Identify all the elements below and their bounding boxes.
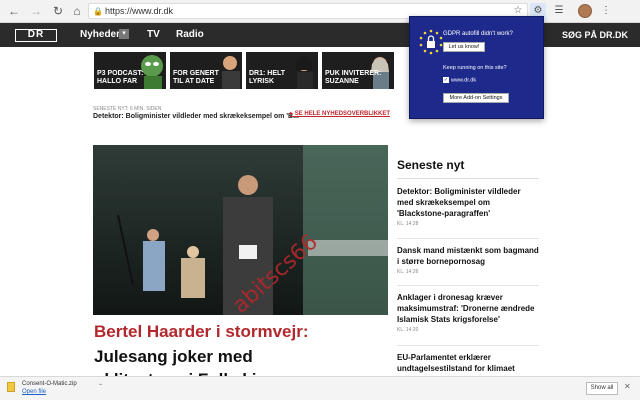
site-header: DR Nyheder ▾ TV Radio SØG PÅ DR.DK — [0, 23, 640, 47]
let-us-know-button[interactable]: Let us know! — [443, 42, 485, 52]
hero-kicker[interactable]: Bertel Haarder i stormvejr: — [94, 322, 308, 342]
reload-icon[interactable]: ↻ — [50, 4, 66, 18]
popup-running-label: Keep running on this site? — [443, 65, 507, 71]
browser-toolbar: ← → ↻ ⌂ 🔒 https://www.dr.dk ☆ ⚙ ☰ ⋮ — [0, 0, 640, 23]
divider — [397, 238, 539, 239]
arrow-right-icon[interactable]: → — [28, 4, 44, 18]
lock-icon: 🔒 — [93, 7, 103, 16]
news-time: KL. 14:28 — [397, 221, 419, 227]
teaser-card[interactable]: DR1: HELT LYRISK — [246, 52, 318, 89]
ticker-time: SENESTE NYT: 6 MIN. SIDEN — [93, 106, 162, 112]
profile-avatar[interactable] — [578, 4, 592, 18]
chevron-down-icon[interactable]: ▾ — [119, 29, 129, 39]
teaser-card[interactable]: PUK INVITERER: SUZANNE — [322, 52, 394, 89]
open-file-link[interactable]: Open file — [22, 389, 46, 395]
search-link[interactable]: SØG PÅ DR.DK — [562, 30, 628, 40]
news-headline: Dansk mand mistænkt som bagmand i større… — [397, 246, 539, 266]
teaser-card[interactable]: FOR GENERT TIL AT DATE — [170, 52, 242, 89]
dr-logo[interactable]: DR — [15, 29, 57, 42]
divider — [397, 285, 539, 286]
chevron-up-icon[interactable]: ⌃ — [98, 383, 103, 390]
show-all-button[interactable]: Show all — [586, 382, 618, 395]
person-photo — [296, 56, 313, 89]
latest-news-title: Seneste nyt — [397, 158, 465, 172]
news-item[interactable]: Dansk mand mistænkt som bagmand i større… — [397, 245, 539, 275]
news-item[interactable]: Detektor: Boligminister vildleder med sk… — [397, 186, 539, 227]
more-menu-icon[interactable]: ⋮ — [598, 3, 614, 19]
news-item[interactable]: EU-Parlamentet erklærer undtagelsestilst… — [397, 352, 539, 374]
download-shelf: Consent-O-Matic.zip Open file ⌃ Show all… — [0, 376, 640, 400]
checkbox-checked-icon[interactable]: ✓ — [443, 77, 449, 83]
hero-headline-line1[interactable]: Julesang joker med — [94, 347, 253, 367]
home-icon[interactable]: ⌂ — [69, 4, 85, 18]
site-toggle[interactable]: ✓ www.dr.dk — [443, 77, 476, 83]
teaser-label: FOR GENERT TIL AT DATE — [173, 70, 219, 85]
consent-o-matic-popup: GDPR autofill didn't work? Let us know! … — [409, 16, 544, 119]
news-time: KL. 14:20 — [397, 327, 419, 333]
nav-item-tv[interactable]: TV — [147, 29, 160, 41]
news-headline: Detektor: Boligminister vildleder med sk… — [397, 187, 521, 218]
arrow-left-icon[interactable]: ← — [6, 4, 22, 18]
popup-question: GDPR autofill didn't work? — [443, 31, 513, 37]
ticker-headline[interactable]: Detektor: Boligminister vildleder med sk… — [93, 113, 299, 120]
teaser-label: P3 PODCAST: HALLO FAR — [97, 70, 144, 85]
news-headline: Anklager i dronesag kræver maksimumstraf… — [397, 293, 535, 324]
divider — [397, 178, 539, 179]
close-icon[interactable]: ✕ — [624, 382, 631, 391]
zip-file-icon — [7, 382, 15, 392]
more-settings-button[interactable]: More Add-on Settings — [443, 93, 509, 103]
divider — [397, 345, 539, 346]
news-headline: EU-Parlamentet erklærer undtagelsestilst… — [397, 353, 515, 373]
news-time: KL. 14:26 — [397, 269, 419, 275]
news-item[interactable]: Anklager i dronesag kræver maksimumstraf… — [397, 292, 539, 333]
teaser-label: PUK INVITERER: SUZANNE — [325, 70, 382, 85]
download-filename[interactable]: Consent-O-Matic.zip — [22, 381, 77, 387]
url-text: https://www.dr.dk — [105, 6, 174, 16]
nav-item-radio[interactable]: Radio — [176, 29, 204, 41]
site-label: www.dr.dk — [451, 77, 477, 84]
nav-item-nyheder[interactable]: Nyheder — [80, 29, 120, 41]
reading-list-icon[interactable]: ☰ — [551, 3, 567, 19]
eu-gdpr-logo-icon — [419, 29, 443, 55]
teaser-label: DR1: HELT LYRISK — [249, 70, 286, 85]
teaser-card[interactable]: P3 PODCAST: HALLO FAR — [94, 52, 166, 89]
all-news-link[interactable]: ▸ SE HELE NYHEDSOVERBLIKKET — [290, 110, 390, 117]
